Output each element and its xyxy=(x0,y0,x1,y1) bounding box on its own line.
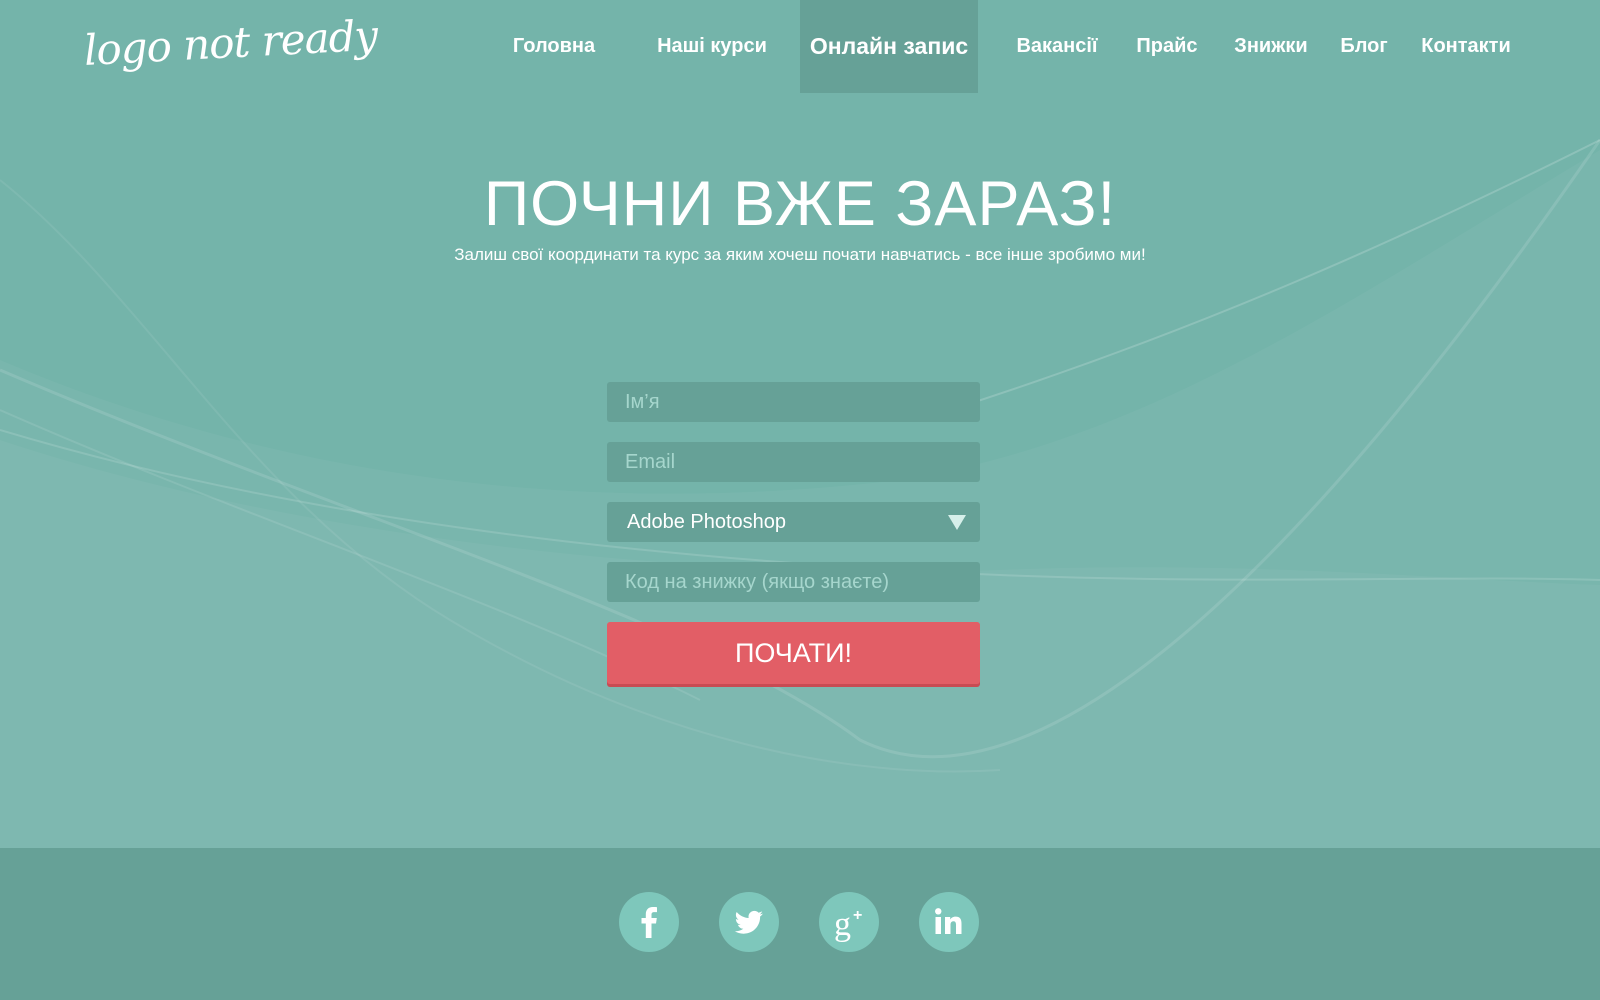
nav-item-prices[interactable]: Прайс xyxy=(1133,0,1201,93)
nav-item-home[interactable]: Головна xyxy=(503,0,605,93)
main-nav: Головна Наші курси Онлайн запис Вакансії… xyxy=(0,0,1600,93)
svg-text:+: + xyxy=(853,907,862,924)
email-input[interactable] xyxy=(607,442,980,482)
page-title: ПОЧНИ ВЖЕ ЗАРАЗ! xyxy=(483,169,1117,239)
discount-code-input[interactable] xyxy=(607,562,980,602)
course-select-value: Adobe Photoshop xyxy=(627,510,787,533)
linkedin-icon[interactable] xyxy=(919,892,979,952)
nav-item-vacancies[interactable]: Вакансії xyxy=(1008,0,1106,93)
name-input[interactable] xyxy=(607,382,980,422)
submit-button[interactable]: ПОЧАТИ! xyxy=(607,622,980,684)
nav-item-discounts[interactable]: Знижки xyxy=(1230,0,1312,93)
google-plus-icon[interactable]: g + xyxy=(819,892,879,952)
nav-item-contacts[interactable]: Контакти xyxy=(1416,0,1516,93)
twitter-icon[interactable] xyxy=(719,892,779,952)
page-subtitle: Залиш свої координати та курс за яким хо… xyxy=(454,245,1146,264)
signup-form: Adobe Photoshop ПОЧАТИ! xyxy=(607,382,980,684)
hero-section: logo not ready Головна Наші курси Онлайн… xyxy=(0,0,1600,848)
nav-item-blog[interactable]: Блог xyxy=(1339,0,1389,93)
chevron-down-icon xyxy=(948,515,966,530)
nav-item-online-signup[interactable]: Онлайн запис xyxy=(800,0,978,93)
facebook-icon[interactable] xyxy=(619,892,679,952)
nav-item-courses[interactable]: Наші курси xyxy=(650,0,774,93)
course-select[interactable]: Adobe Photoshop xyxy=(607,502,980,542)
footer: g + xyxy=(0,848,1600,1000)
svg-text:g: g xyxy=(834,906,851,943)
